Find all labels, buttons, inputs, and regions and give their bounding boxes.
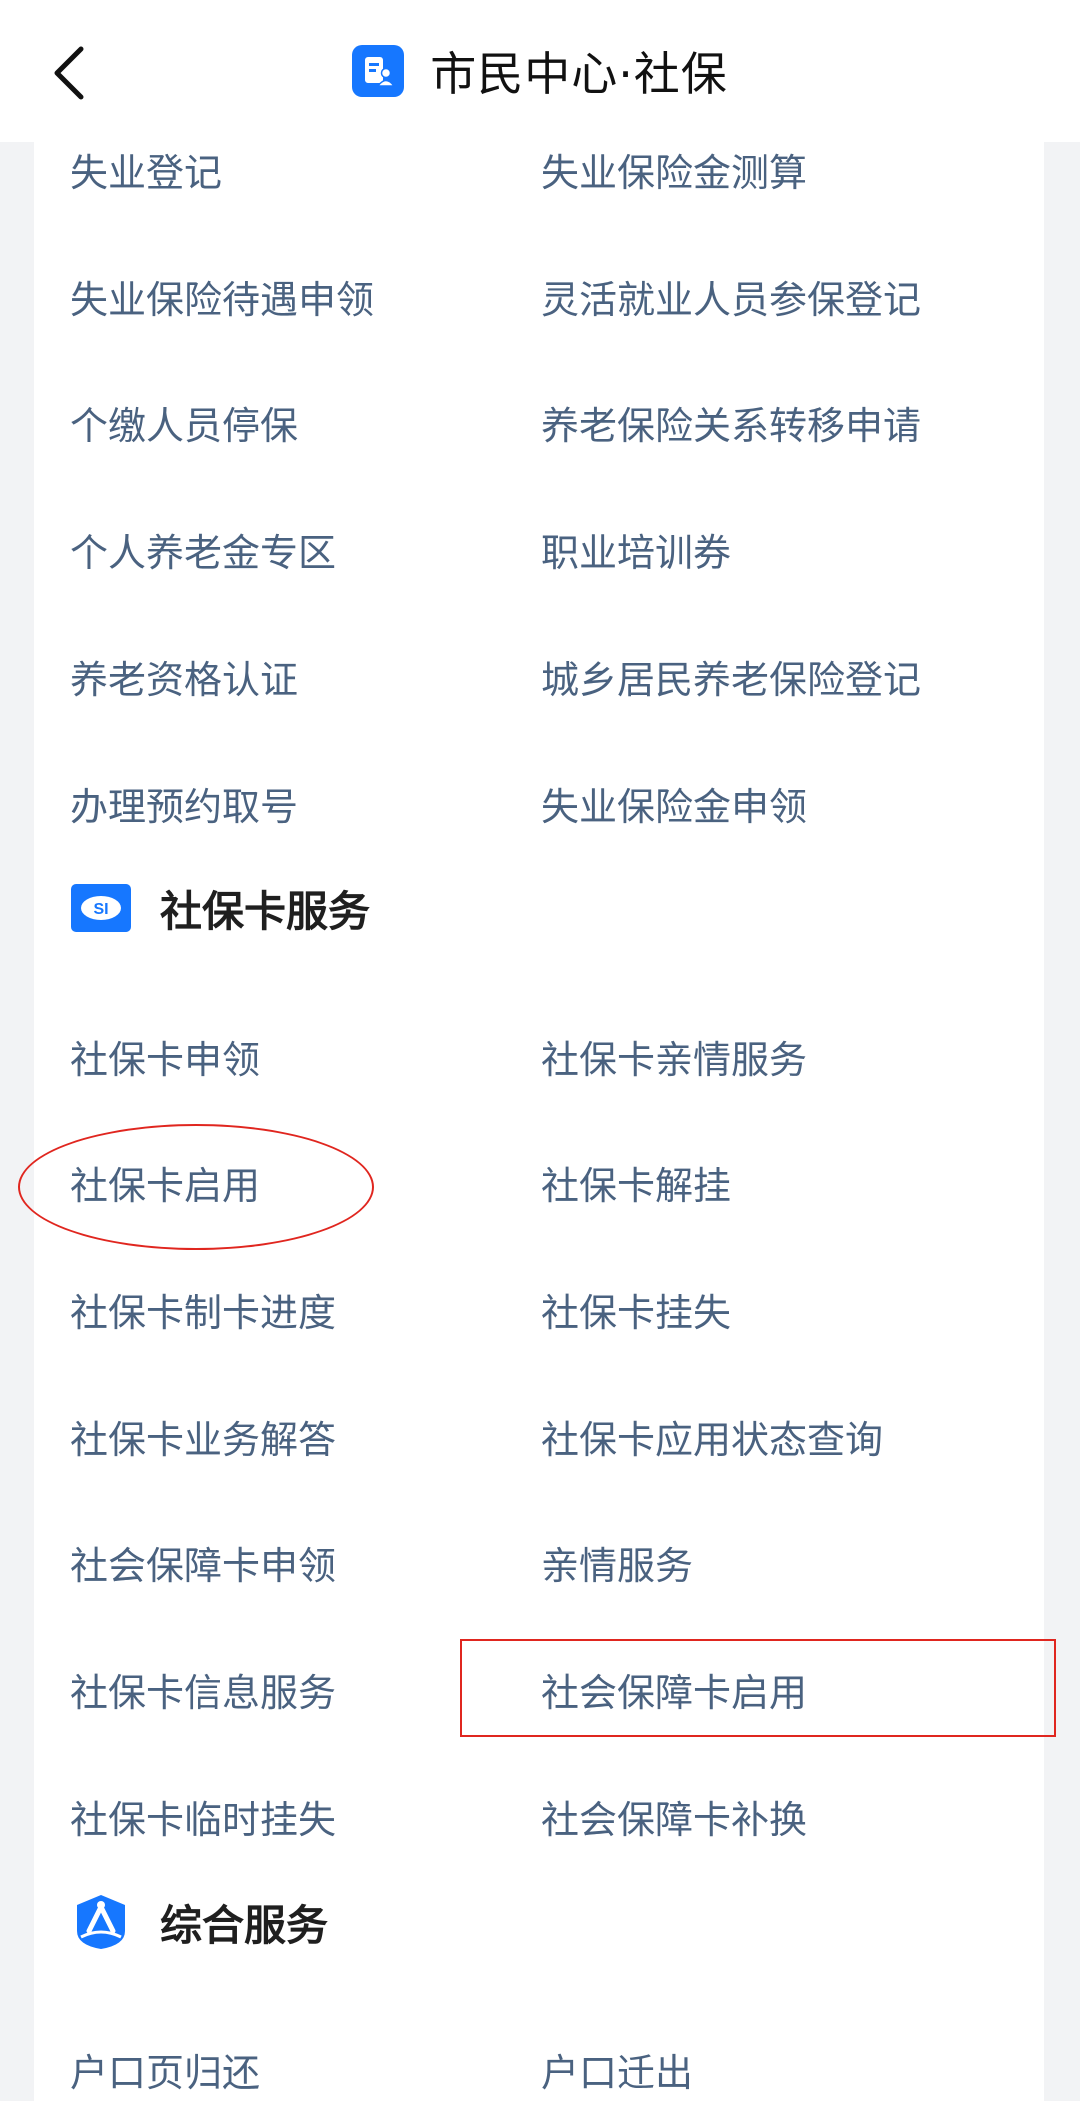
service-item[interactable]: 社保卡制卡进度 bbox=[70, 1288, 336, 1338]
service-list-panel: 失业登记 失业保险金测算 失业保险待遇申领 灵活就业人员参保登记 个缴人员停保 … bbox=[34, 142, 1044, 2101]
service-item[interactable]: 社保卡挂失 bbox=[541, 1288, 731, 1338]
svg-text:SI: SI bbox=[93, 901, 108, 918]
service-item[interactable]: 社保卡应用状态查询 bbox=[541, 1415, 883, 1465]
section-title: 社保卡服务 bbox=[160, 886, 371, 936]
service-item[interactable]: 户口页归还 bbox=[70, 2048, 260, 2098]
section-header-social-card: SI 社保卡服务 bbox=[70, 878, 370, 938]
back-button[interactable] bbox=[34, 38, 104, 108]
service-item[interactable]: 户口迁出 bbox=[541, 2048, 693, 2098]
service-item[interactable]: 社保卡业务解答 bbox=[70, 1415, 336, 1465]
service-item[interactable]: 养老资格认证 bbox=[70, 655, 298, 705]
service-item[interactable]: 社保卡临时挂失 bbox=[70, 1795, 336, 1845]
service-item[interactable]: 社保卡亲情服务 bbox=[541, 1035, 807, 1085]
chevron-left-icon bbox=[54, 46, 84, 100]
header-bar: 市民中心·社保 bbox=[0, 0, 1080, 142]
social-security-card-icon: SI bbox=[70, 881, 132, 935]
section-title: 综合服务 bbox=[160, 1900, 329, 1950]
service-item[interactable]: 失业保险金测算 bbox=[541, 148, 807, 198]
service-item[interactable]: 城乡居民养老保险登记 bbox=[541, 655, 921, 705]
service-item[interactable]: 个缴人员停保 bbox=[70, 401, 298, 451]
service-item[interactable]: 个人养老金专区 bbox=[70, 528, 336, 578]
page-title: 市民中心·社保 bbox=[430, 47, 728, 101]
service-item[interactable]: 养老保险关系转移申请 bbox=[541, 401, 921, 451]
service-item[interactable]: 社保卡信息服务 bbox=[70, 1668, 336, 1718]
service-item[interactable]: 社会保障卡补换 bbox=[541, 1795, 807, 1845]
service-item[interactable]: 办理预约取号 bbox=[70, 782, 298, 832]
service-item[interactable]: 灵活就业人员参保登记 bbox=[541, 275, 921, 325]
service-item[interactable]: 职业培训券 bbox=[541, 528, 731, 578]
section-header-comprehensive: 综合服务 bbox=[70, 1892, 328, 1952]
service-item[interactable]: 失业保险金申领 bbox=[541, 782, 807, 832]
service-item[interactable]: 亲情服务 bbox=[541, 1541, 693, 1591]
service-item[interactable]: 失业登记 bbox=[70, 148, 222, 198]
service-item[interactable]: 社会保障卡申领 bbox=[70, 1541, 336, 1591]
service-item[interactable]: 社保卡申领 bbox=[70, 1035, 260, 1085]
service-item[interactable]: 失业保险待遇申领 bbox=[70, 275, 374, 325]
person-badge-icon bbox=[70, 1895, 132, 1949]
header-title-group: 市民中心·社保 bbox=[0, 0, 1080, 142]
document-person-icon bbox=[352, 45, 405, 97]
service-item[interactable]: 社保卡解挂 bbox=[541, 1161, 731, 1211]
service-item[interactable]: 社保卡启用 bbox=[70, 1161, 260, 1211]
service-item[interactable]: 社会保障卡启用 bbox=[541, 1668, 807, 1718]
